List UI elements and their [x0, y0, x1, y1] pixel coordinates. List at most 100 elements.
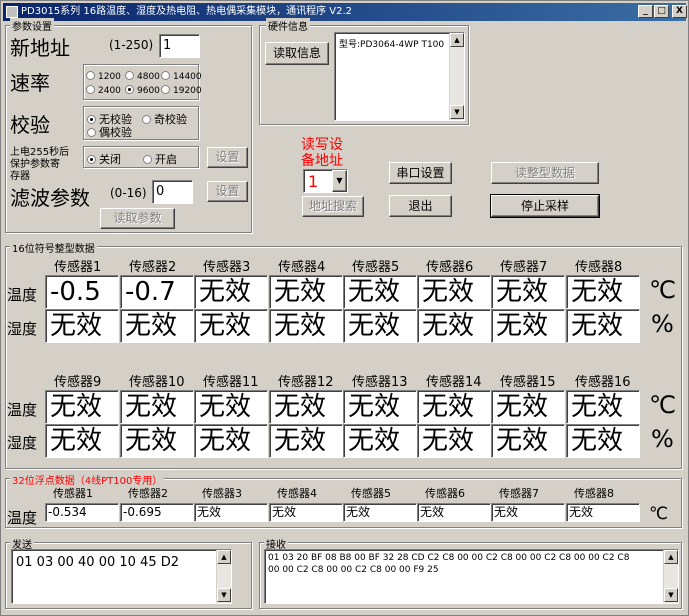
int-hum-cell-a-2[interactable]: 无效	[120, 309, 194, 343]
scroll-down-icon[interactable]: ▼	[450, 105, 464, 119]
int-hum-cell-a-8[interactable]: 无效	[566, 309, 640, 343]
scroll-up-icon[interactable]: ▲	[664, 550, 678, 564]
device-address-select[interactable]: 1 ▼	[303, 169, 348, 193]
filter-input[interactable]: 0	[152, 180, 193, 204]
scroll-up-icon[interactable]: ▲	[217, 550, 231, 564]
int-hum-cell-a-7[interactable]: 无效	[491, 309, 565, 343]
float-temp-cell-5[interactable]: 无效	[343, 503, 417, 522]
search-address-button[interactable]: 地址搜索	[302, 196, 364, 217]
int-temp-cell-a-1[interactable]: -0.5	[45, 275, 119, 309]
protect-label-3: 存器	[10, 171, 30, 182]
set-filter-button[interactable]: 设置	[207, 181, 248, 202]
send-textbox[interactable]: 01 03 00 40 00 10 45 D2 ▲ ▼	[11, 549, 232, 604]
baud-radio-2400[interactable]: 2400	[86, 85, 121, 96]
float-temp-cell-7[interactable]: 无效	[491, 503, 565, 522]
maximize-button[interactable]: □	[654, 5, 669, 18]
int-temp-cell-b-6[interactable]: 无效	[417, 390, 491, 424]
int-hum-cell-a-6[interactable]: 无效	[417, 309, 491, 343]
int-hum-cell-a-5[interactable]: 无效	[343, 309, 417, 343]
serial-settings-button[interactable]: 串口设置	[389, 162, 452, 184]
int-hum-cell-b-8[interactable]: 无效	[566, 424, 640, 458]
title-bar[interactable]: PD3015系列 16路温度、湿度及热电阻、热电偶采集模块，通讯程序 V2.2	[3, 3, 686, 21]
sensor-header-b-6: 传感器14	[426, 375, 482, 390]
int-hum-cell-b-2[interactable]: 无效	[120, 424, 194, 458]
int-hum-cell-b-7[interactable]: 无效	[491, 424, 565, 458]
parity-radio-even[interactable]: 偶校验	[87, 124, 132, 140]
baud-radio-4800[interactable]: 4800	[125, 71, 160, 82]
float-sensor-header-8: 传感器8	[574, 487, 614, 500]
int-temp-cell-b-3[interactable]: 无效	[194, 390, 268, 424]
main-window: PD3015系列 16路温度、湿度及热电阻、热电偶采集模块，通讯程序 V2.2 …	[0, 0, 689, 616]
int-hum-cell-a-1[interactable]: 无效	[45, 309, 119, 343]
parity-radio-odd[interactable]: 奇校验	[142, 111, 187, 127]
baud-radio-19200[interactable]: 19200	[161, 85, 202, 96]
int-hum-cell-a-4[interactable]: 无效	[269, 309, 343, 343]
baud-radio-1200[interactable]: 1200	[86, 71, 121, 82]
stop-sampling-button[interactable]: 停止采样	[490, 194, 600, 218]
float-sensor-header-1: 传感器1	[53, 487, 93, 500]
int-temp-cell-a-4[interactable]: 无效	[269, 275, 343, 309]
float-temp-cell-3[interactable]: 无效	[194, 503, 268, 522]
send-scrollbar[interactable]: ▲ ▼	[216, 550, 231, 603]
exit-button[interactable]: 退出	[389, 195, 452, 217]
close-button[interactable]: X	[672, 5, 687, 18]
float-sensor-header-6: 传感器6	[425, 487, 465, 500]
sensor-header-a-4: 传感器4	[278, 260, 326, 275]
int-temp-unit-2: ℃	[649, 391, 676, 419]
int-hum-unit-1: %	[651, 310, 674, 338]
int-temp-cell-b-8[interactable]: 无效	[566, 390, 640, 424]
int-hum-cell-a-3[interactable]: 无效	[194, 309, 268, 343]
int-temp-cell-b-1[interactable]: 无效	[45, 390, 119, 424]
float-temp-cell-1[interactable]: -0.534	[45, 503, 119, 522]
float-temp-cell-6[interactable]: 无效	[417, 503, 491, 522]
int-temp-unit-1: ℃	[649, 276, 676, 304]
int-temp-cell-a-7[interactable]: 无效	[491, 275, 565, 309]
int-temp-cell-b-7[interactable]: 无效	[491, 390, 565, 424]
scroll-down-icon[interactable]: ▼	[217, 588, 231, 602]
int-hum-cell-b-1[interactable]: 无效	[45, 424, 119, 458]
int-temp-cell-a-6[interactable]: 无效	[417, 275, 491, 309]
receive-line-2: 00 00 C2 C8 00 00 C2 C8 00 00 F9 25	[268, 565, 439, 575]
int-hum-label-2: 湿度	[7, 434, 38, 452]
radio-selected-icon	[87, 115, 96, 124]
app-icon	[6, 6, 18, 18]
filter-range: (0-16)	[110, 186, 147, 200]
float-temp-cell-4[interactable]: 无效	[269, 503, 343, 522]
int-temp-cell-a-5[interactable]: 无效	[343, 275, 417, 309]
int-hum-cell-b-6[interactable]: 无效	[417, 424, 491, 458]
int-temp-cell-b-4[interactable]: 无效	[269, 390, 343, 424]
receive-scrollbar[interactable]: ▲ ▼	[663, 550, 678, 603]
hardware-info-scrollbar[interactable]: ▲ ▼	[449, 33, 464, 120]
baud-radio-14400[interactable]: 14400	[161, 71, 202, 82]
receive-textbox[interactable]: 01 03 20 BF 08 B8 00 BF 32 28 CD C2 C8 0…	[264, 549, 679, 604]
scroll-down-icon[interactable]: ▼	[664, 588, 678, 602]
minimize-button[interactable]: _	[638, 5, 653, 18]
int-hum-cell-b-3[interactable]: 无效	[194, 424, 268, 458]
int-temp-cell-a-2[interactable]: -0.7	[120, 275, 194, 309]
float-temp-cell-8[interactable]: 无效	[566, 503, 640, 522]
protect-radio-on[interactable]: 开启	[143, 151, 177, 167]
sensor-header-b-5: 传感器13	[352, 375, 408, 390]
new-address-input[interactable]: 1	[159, 34, 200, 58]
read-info-button[interactable]: 读取信息	[265, 42, 329, 65]
int-hum-cell-b-5[interactable]: 无效	[343, 424, 417, 458]
radio-icon	[87, 128, 96, 137]
set-protect-button[interactable]: 设置	[207, 147, 248, 168]
scroll-up-icon[interactable]: ▲	[450, 33, 464, 47]
protect-radio-off[interactable]: 关闭	[87, 151, 121, 167]
float-temp-cell-2[interactable]: -0.695	[120, 503, 194, 522]
hardware-group-label: 硬件信息	[266, 18, 310, 33]
int-temp-cell-a-3[interactable]: 无效	[194, 275, 268, 309]
int-temp-cell-b-5[interactable]: 无效	[343, 390, 417, 424]
int-temp-cell-a-8[interactable]: 无效	[566, 275, 640, 309]
hardware-info-textbox[interactable]: 型号:PD3064-4WP T100 ▲ ▼	[334, 32, 465, 121]
sensor-header-b-1: 传感器9	[54, 375, 102, 390]
read-int-data-button[interactable]: 读整型数据	[491, 162, 599, 184]
chevron-down-icon[interactable]: ▼	[332, 170, 347, 192]
sensor-header-a-3: 传感器3	[203, 260, 251, 275]
baud-radio-9600[interactable]: 9600	[125, 85, 160, 96]
int-hum-label-1: 湿度	[7, 320, 38, 338]
int-temp-cell-b-2[interactable]: 无效	[120, 390, 194, 424]
read-params-button[interactable]: 读取参数	[100, 208, 175, 229]
int-hum-cell-b-4[interactable]: 无效	[269, 424, 343, 458]
